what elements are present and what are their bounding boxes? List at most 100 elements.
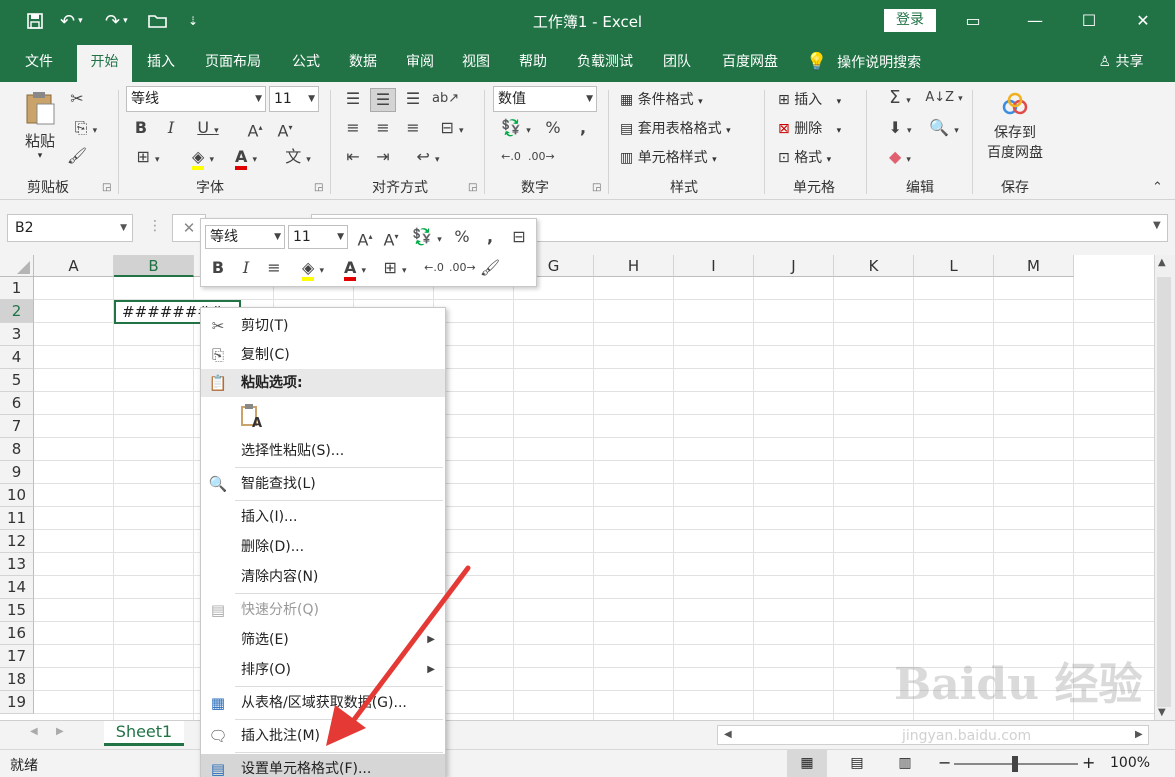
mini-size-combo[interactable]: 11 ▼ [288, 225, 348, 249]
sheet-tab-sheet1[interactable]: Sheet1 [104, 721, 184, 746]
scroll-left-icon[interactable]: ◀ [724, 729, 732, 740]
zoom-slider-thumb[interactable] [1012, 756, 1018, 772]
cell-styles-button[interactable]: ▥ 单元格样式 ▾ [620, 147, 717, 167]
mini-font-color-icon[interactable]: A ▾ [335, 257, 375, 282]
menu-item-sort[interactable]: 排序(O) ▶ [201, 655, 445, 685]
row-header-8[interactable]: 8 [0, 438, 34, 461]
decrease-indent-icon[interactable]: ⇤ [342, 146, 364, 168]
ribbon-display-icon[interactable]: ▭ [958, 8, 988, 34]
menu-item-smart-lookup[interactable]: 🔍 智能查找(L) [201, 469, 445, 499]
zoom-in-icon[interactable]: + [1082, 753, 1095, 772]
row-header-18[interactable]: 18 [0, 668, 34, 691]
insert-cells-button[interactable]: ⊞ 插入 ▾ [778, 89, 841, 109]
paste-keep-text-icon[interactable]: A [241, 403, 265, 431]
mini-font-combo[interactable]: 等线 ▼ [205, 225, 285, 249]
increase-indent-icon[interactable]: ⇥ [372, 146, 394, 168]
format-as-table-button[interactable]: ▤ 套用表格格式 ▾ [620, 118, 731, 138]
format-painter-icon[interactable]: 🖌 [66, 145, 88, 167]
row-header-12[interactable]: 12 [0, 530, 34, 553]
font-size-combo[interactable]: 11 ▼ [269, 86, 319, 112]
decrease-font-icon[interactable]: A▾ [274, 117, 296, 142]
mini-fill-color-icon[interactable]: ◈ ▾ [291, 257, 335, 282]
increase-font-icon[interactable]: A▴ [244, 117, 266, 142]
row-header-10[interactable]: 10 [0, 484, 34, 507]
font-color-icon[interactable]: A ▾ [226, 146, 266, 171]
page-break-view-icon[interactable]: ▥ [890, 750, 920, 777]
column-header-h[interactable]: H [594, 255, 674, 277]
save-to-baidu-button[interactable]: 保存到 百度网盘 [982, 92, 1048, 162]
italic-icon[interactable]: I [160, 117, 182, 139]
percent-icon[interactable]: % [542, 117, 564, 139]
dialog-launcher-icon[interactable]: ◲ [592, 182, 601, 193]
cut-icon[interactable]: ✂ [66, 88, 88, 110]
mini-italic-icon[interactable]: I [235, 257, 257, 279]
vertical-scroll-thumb[interactable] [1157, 277, 1171, 707]
find-select-icon[interactable]: 🔍 ▾ [924, 117, 964, 142]
row-header-17[interactable]: 17 [0, 645, 34, 668]
collapse-ribbon-icon[interactable]: ⌃ [1152, 180, 1163, 195]
mini-currency-icon[interactable]: 💱 ▾ [407, 226, 447, 251]
underline-icon[interactable]: U ▾ [190, 117, 226, 142]
login-button[interactable]: 登录 [884, 9, 936, 32]
row-header-1[interactable]: 1 [0, 277, 34, 300]
menu-item-get-data-from-table[interactable]: ▦ 从表格/区域获取数据(G)... [201, 688, 445, 718]
tab-load-test[interactable]: 负载测试 [567, 42, 643, 82]
next-sheet-icon[interactable]: ▶ [56, 726, 64, 737]
row-header-15[interactable]: 15 [0, 599, 34, 622]
column-header-m[interactable]: M [994, 255, 1074, 277]
dialog-launcher-icon[interactable]: ◲ [314, 182, 323, 193]
bold-icon[interactable]: B [130, 117, 152, 139]
merge-center-icon[interactable]: ⊟ ▾ [432, 117, 472, 142]
copy-icon[interactable]: ⎘ ▾ [66, 117, 106, 142]
mini-increase-font-icon[interactable]: A▴ [353, 226, 377, 251]
conditional-format-button[interactable]: ▦ 条件格式 ▾ [620, 89, 703, 109]
column-header-b[interactable]: B [114, 255, 194, 277]
row-header-3[interactable]: 3 [0, 323, 34, 346]
menu-item-format-cells[interactable]: ▤ 设置单元格格式(F)... [201, 754, 445, 777]
menu-item-paste-special[interactable]: 选择性粘贴(S)... [201, 436, 445, 466]
share-button[interactable]: ♙ 共享 [1090, 42, 1152, 82]
tab-review[interactable]: 审阅 [397, 42, 443, 82]
fill-icon[interactable]: ⬇ ▾ [880, 117, 920, 142]
prev-sheet-icon[interactable]: ◀ [30, 726, 38, 737]
row-header-5[interactable]: 5 [0, 369, 34, 392]
tab-file[interactable]: 文件 [14, 42, 64, 82]
tab-data[interactable]: 数据 [340, 42, 386, 82]
phonetic-icon[interactable]: 文 ▾ [276, 146, 320, 171]
delete-cells-button[interactable]: ⊠ 删除 ▾ [778, 118, 841, 138]
row-header-16[interactable]: 16 [0, 622, 34, 645]
menu-item-cut[interactable]: ✂ 剪切(T) [201, 311, 445, 341]
decrease-decimal-icon[interactable]: .00→ [528, 146, 555, 168]
fill-color-icon[interactable]: ◈ ▾ [180, 146, 226, 171]
column-header-l[interactable]: L [914, 255, 994, 277]
align-middle-icon[interactable]: ☰ [370, 88, 396, 112]
borders-icon[interactable]: ⊞ ▾ [130, 146, 166, 171]
tab-formulas[interactable]: 公式 [283, 42, 329, 82]
mini-comma-icon[interactable]: , [479, 226, 501, 248]
dialog-launcher-icon[interactable]: ◲ [468, 182, 477, 193]
menu-item-filter[interactable]: 筛选(E) ▶ [201, 625, 445, 655]
row-header-13[interactable]: 13 [0, 553, 34, 576]
menu-item-copy[interactable]: ⎘ 复制(C) [201, 340, 445, 370]
row-header-9[interactable]: 9 [0, 461, 34, 484]
zoom-out-icon[interactable]: − [938, 753, 951, 772]
minimize-button[interactable]: — [1020, 8, 1050, 34]
paste-button[interactable]: 粘贴 ▾ [20, 90, 60, 166]
currency-icon[interactable]: 💱 ▾ [496, 117, 536, 142]
close-button[interactable]: ✕ [1128, 8, 1158, 34]
tab-page-layout[interactable]: 页面布局 [195, 42, 271, 82]
row-header-19[interactable]: 19 [0, 691, 34, 714]
scroll-up-icon[interactable]: ▲ [1158, 257, 1166, 268]
menu-item-insert[interactable]: 插入(I)... [201, 502, 445, 532]
tell-me-search[interactable]: 💡 操作说明搜索 [806, 42, 942, 82]
column-header-i[interactable]: I [674, 255, 754, 277]
menu-item-clear-contents[interactable]: 清除内容(N) [201, 562, 445, 592]
align-left-icon[interactable]: ≡ [342, 117, 364, 139]
format-cells-button[interactable]: ⊡ 格式 ▾ [778, 147, 831, 167]
tab-team[interactable]: 团队 [654, 42, 700, 82]
page-layout-view-icon[interactable]: ▤ [842, 750, 872, 777]
align-right-icon[interactable]: ≡ [402, 117, 424, 139]
tab-home[interactable]: 开始 [77, 45, 132, 82]
zoom-level[interactable]: 100% [1110, 755, 1150, 771]
tab-insert[interactable]: 插入 [138, 42, 184, 82]
